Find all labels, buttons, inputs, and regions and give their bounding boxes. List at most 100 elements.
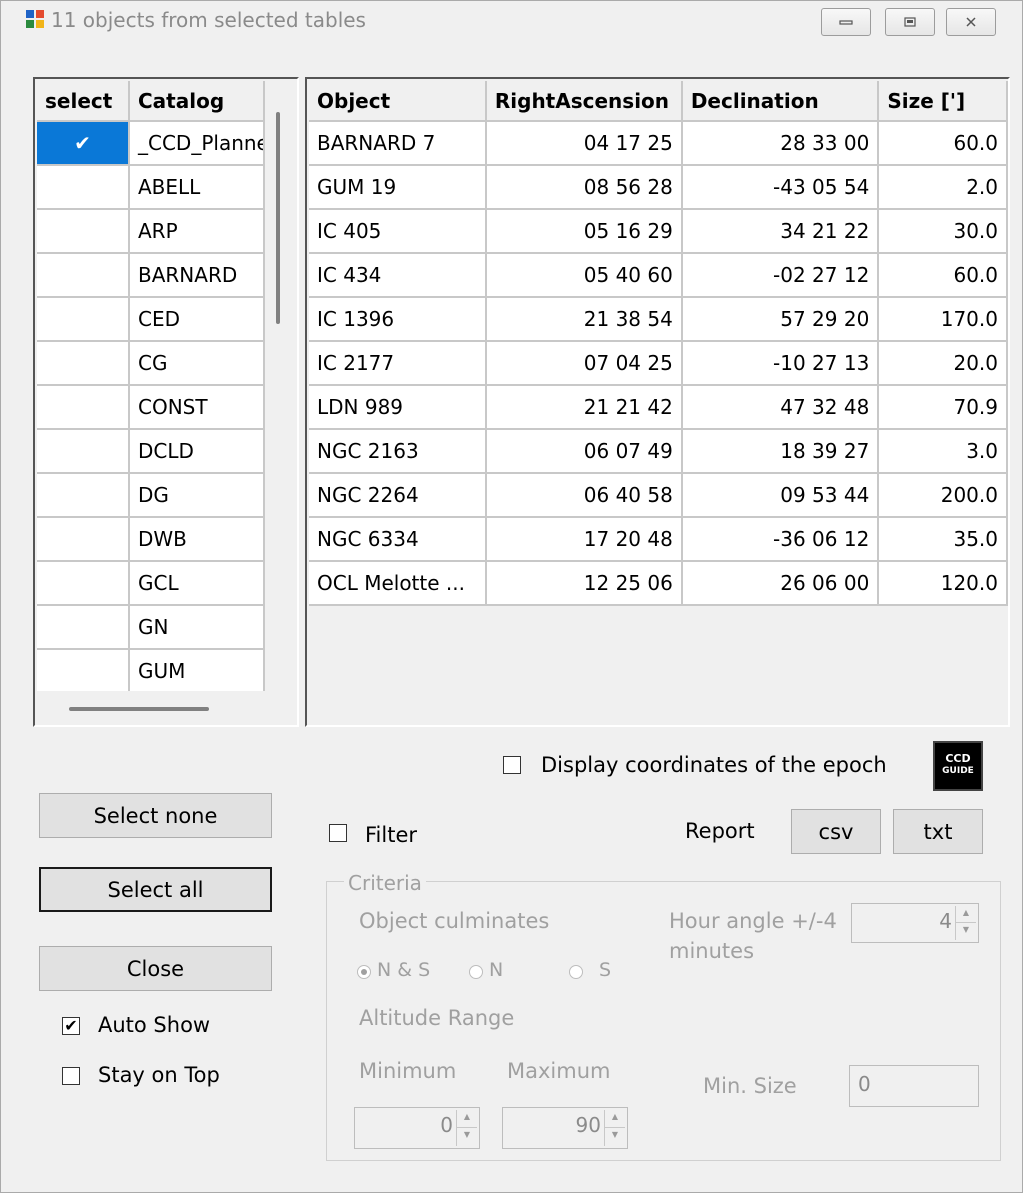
catalog-name-cell[interactable]: GN [129, 605, 265, 650]
ra-cell[interactable]: 04 17 25 [485, 121, 683, 166]
dec-cell[interactable]: -43 05 54 [681, 165, 880, 210]
catalog-select-cell[interactable] [37, 605, 130, 650]
catalog-name-cell[interactable]: ARP [129, 209, 265, 254]
radio-n[interactable] [469, 965, 483, 979]
ra-cell[interactable]: 21 38 54 [485, 297, 683, 342]
object-column-header[interactable]: Object [309, 81, 487, 122]
size-cell[interactable]: 120.0 [878, 561, 1008, 606]
title-bar[interactable]: 11 objects from selected tables [1, 1, 1022, 36]
max-altitude-spinner[interactable]: 90 ▲ ▼ [502, 1107, 628, 1149]
object-row[interactable]: IC 405 05 16 29 34 21 22 30.0 [309, 209, 1008, 254]
hour-angle-spinner[interactable]: 4 ▲ ▼ [851, 903, 979, 943]
catalog-row[interactable]: DWB [37, 517, 265, 562]
object-row[interactable]: IC 1396 21 38 54 57 29 20 170.0 [309, 297, 1008, 342]
catalog-name-cell[interactable]: _CCD_Planne [129, 121, 265, 166]
catalog-row[interactable]: GUM [37, 649, 265, 691]
catalog-select-cell[interactable] [37, 473, 130, 518]
catalog-name-cell[interactable]: DG [129, 473, 265, 518]
dec-cell[interactable]: 28 33 00 [681, 121, 880, 166]
catalog-select-cell[interactable] [37, 649, 130, 691]
object-name-cell[interactable]: IC 2177 [309, 341, 487, 386]
max-altitude-spin-arrows[interactable]: ▲ ▼ [604, 1110, 625, 1146]
filter-checkbox[interactable] [329, 824, 347, 842]
min-altitude-spin-arrows[interactable]: ▲ ▼ [456, 1110, 477, 1146]
catalog-row[interactable]: CG [37, 341, 265, 386]
object-row[interactable]: NGC 2264 06 40 58 09 53 44 200.0 [309, 473, 1008, 518]
ra-cell[interactable]: 21 21 42 [485, 385, 683, 430]
object-row[interactable]: IC 2177 07 04 25 -10 27 13 20.0 [309, 341, 1008, 386]
ra-cell[interactable]: 06 07 49 [485, 429, 683, 474]
ra-cell[interactable]: 05 40 60 [485, 253, 683, 298]
dec-cell[interactable]: -02 27 12 [681, 253, 880, 298]
catalog-name-cell[interactable]: DCLD [129, 429, 265, 474]
object-name-cell[interactable]: BARNARD 7 [309, 121, 487, 166]
dec-column-header[interactable]: Declination [681, 81, 880, 122]
objects-grid[interactable]: Object RightAscension Declination Size [… [309, 81, 1008, 723]
catalog-name-cell[interactable]: GUM [129, 649, 265, 691]
ra-cell[interactable]: 17 20 48 [485, 517, 683, 562]
object-row[interactable]: IC 434 05 40 60 -02 27 12 60.0 [309, 253, 1008, 298]
select-none-button[interactable]: Select none [39, 793, 272, 838]
object-name-cell[interactable]: NGC 2163 [309, 429, 487, 474]
minimize-button[interactable] [821, 8, 871, 36]
object-row[interactable]: LDN 989 21 21 42 47 32 48 70.9 [309, 385, 1008, 430]
object-name-cell[interactable]: NGC 6334 [309, 517, 487, 562]
catalog-name-cell[interactable]: BARNARD [129, 253, 265, 298]
catalog-horizontal-scrollbar[interactable] [69, 707, 209, 711]
catalog-row[interactable]: BARNARD [37, 253, 265, 298]
ra-cell[interactable]: 12 25 06 [485, 561, 683, 606]
ra-cell[interactable]: 05 16 29 [485, 209, 683, 254]
catalog-row[interactable]: GN [37, 605, 265, 650]
size-column-header[interactable]: Size ['] [878, 81, 1008, 122]
size-cell[interactable]: 70.9 [878, 385, 1008, 430]
size-cell[interactable]: 30.0 [878, 209, 1008, 254]
dec-cell[interactable]: -36 06 12 [681, 517, 880, 562]
object-row[interactable]: OCL Melotte ... 12 25 06 26 06 00 120.0 [309, 561, 1008, 606]
min-altitude-spinner[interactable]: 0 ▲ ▼ [354, 1107, 480, 1149]
size-cell[interactable]: 3.0 [878, 429, 1008, 474]
object-name-cell[interactable]: IC 1396 [309, 297, 487, 342]
catalog-select-cell[interactable] [37, 165, 130, 210]
catalog-row[interactable]: DCLD [37, 429, 265, 474]
size-cell[interactable]: 60.0 [878, 253, 1008, 298]
catalog-name-cell[interactable]: DWB [129, 517, 265, 562]
stay-on-top-checkbox[interactable] [62, 1067, 80, 1085]
object-name-cell[interactable]: GUM 19 [309, 165, 487, 210]
size-cell[interactable]: 200.0 [878, 473, 1008, 518]
radio-ns[interactable] [357, 965, 371, 979]
dec-cell[interactable]: 57 29 20 [681, 297, 880, 342]
hour-angle-spin-arrows[interactable]: ▲ ▼ [955, 906, 976, 940]
object-row[interactable]: BARNARD 7 04 17 25 28 33 00 60.0 [309, 121, 1008, 166]
object-name-cell[interactable]: NGC 2264 [309, 473, 487, 518]
catalog-column-header[interactable]: Catalog [129, 81, 265, 122]
ra-column-header[interactable]: RightAscension [485, 81, 683, 122]
catalog-row[interactable]: ARP [37, 209, 265, 254]
catalog-vertical-scrollbar[interactable] [276, 112, 280, 324]
ra-cell[interactable]: 07 04 25 [485, 341, 683, 386]
close-window-button[interactable]: Close [39, 946, 272, 991]
min-size-field[interactable]: 0 [849, 1065, 979, 1107]
object-name-cell[interactable]: OCL Melotte ... [309, 561, 487, 606]
select-column-header[interactable]: select [37, 81, 130, 122]
catalog-name-cell[interactable]: CED [129, 297, 265, 342]
catalog-row[interactable]: CONST [37, 385, 265, 430]
catalog-name-cell[interactable]: GCL [129, 561, 265, 606]
object-name-cell[interactable]: LDN 989 [309, 385, 487, 430]
catalog-name-cell[interactable]: ABELL [129, 165, 265, 210]
restore-button[interactable] [885, 8, 935, 36]
catalog-row[interactable]: CED [37, 297, 265, 342]
object-name-cell[interactable]: IC 405 [309, 209, 487, 254]
ra-cell[interactable]: 06 40 58 [485, 473, 683, 518]
catalog-select-cell[interactable] [37, 209, 130, 254]
size-cell[interactable]: 170.0 [878, 297, 1008, 342]
object-name-cell[interactable]: IC 434 [309, 253, 487, 298]
size-cell[interactable]: 60.0 [878, 121, 1008, 166]
size-cell[interactable]: 20.0 [878, 341, 1008, 386]
dec-cell[interactable]: 47 32 48 [681, 385, 880, 430]
size-cell[interactable]: 35.0 [878, 517, 1008, 562]
txt-report-button[interactable]: txt [893, 809, 983, 854]
dec-cell[interactable]: -10 27 13 [681, 341, 880, 386]
object-row[interactable]: NGC 2163 06 07 49 18 39 27 3.0 [309, 429, 1008, 474]
catalog-select-cell[interactable] [37, 429, 130, 474]
radio-s[interactable] [569, 965, 583, 979]
